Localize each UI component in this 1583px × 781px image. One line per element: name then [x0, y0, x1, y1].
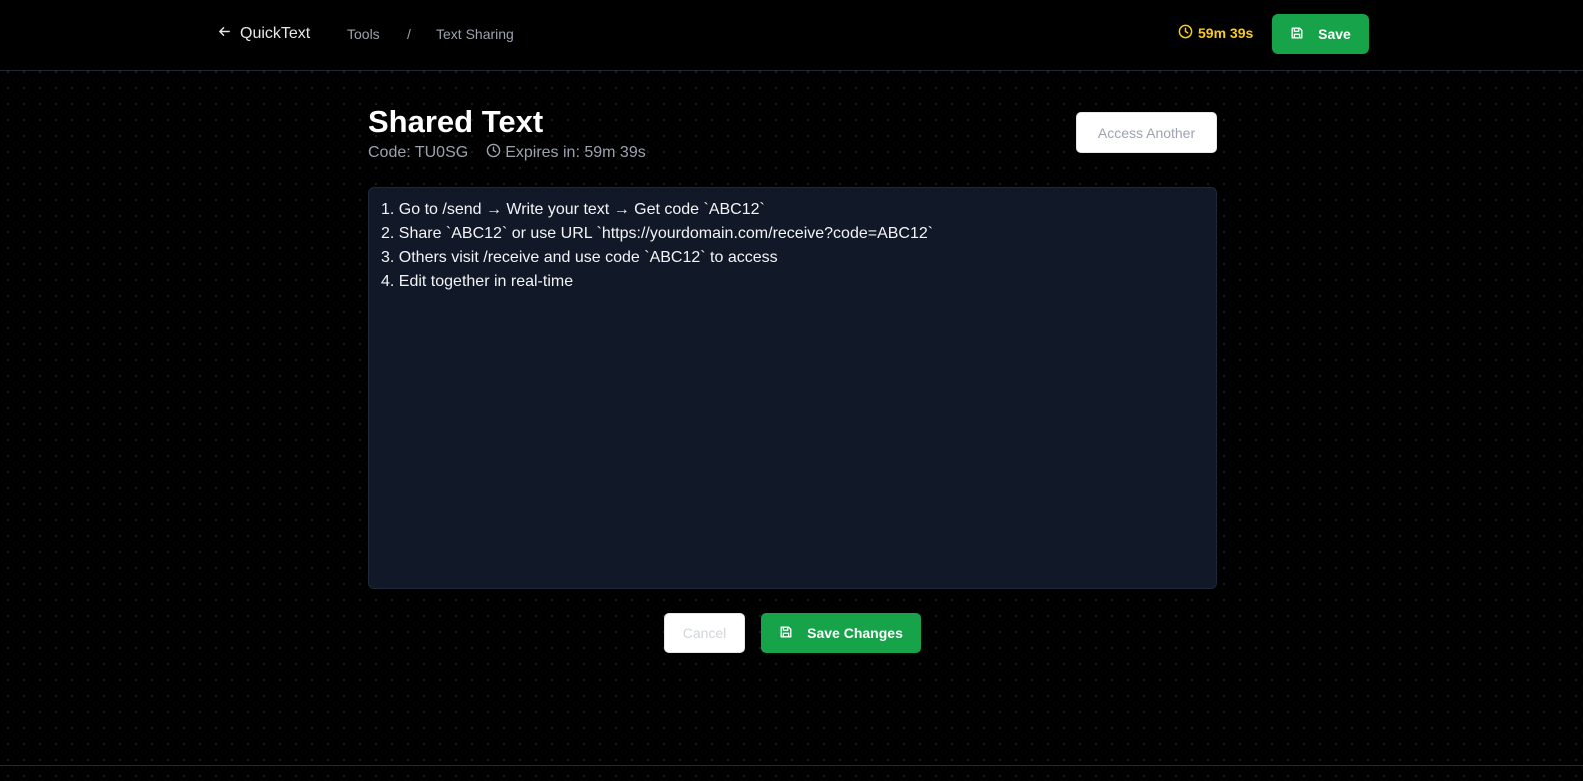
arrow-left-icon — [218, 25, 231, 43]
top-bar: QuickText Tools / Text Sharing 59m 39s S… — [0, 0, 1583, 71]
breadcrumb-current: Text Sharing — [436, 26, 514, 42]
timer-value: 59m 39s — [1198, 25, 1254, 41]
access-another-button[interactable]: Access Another — [1076, 112, 1217, 153]
expires-info: Expires in: 59m 39s — [486, 143, 646, 163]
breadcrumb-separator: / — [407, 26, 411, 42]
page-title: Shared Text — [368, 104, 544, 139]
clock-icon — [486, 143, 501, 163]
share-code: Code: TU0SG — [368, 144, 469, 161]
save-button-label: Save — [1318, 26, 1351, 42]
clock-icon — [1178, 24, 1193, 42]
shared-text-editor[interactable]: 1. Go to /send → Write your text → Get c… — [368, 187, 1217, 589]
expiry-timer: 59m 39s — [1178, 24, 1253, 42]
back-home-link[interactable]: QuickText — [218, 22, 310, 46]
breadcrumb-tools[interactable]: Tools — [347, 26, 380, 42]
expires-label: Expires in: 59m 39s — [505, 144, 646, 161]
save-button[interactable]: Save — [1272, 14, 1369, 54]
save-icon — [779, 625, 793, 642]
save-changes-button[interactable]: Save Changes — [761, 613, 921, 653]
brand-name: QuickText — [240, 25, 311, 42]
footer-divider — [0, 765, 1583, 766]
cancel-button[interactable]: Cancel — [664, 613, 745, 653]
save-changes-label: Save Changes — [807, 625, 903, 641]
save-icon — [1290, 26, 1304, 43]
share-meta: Code: TU0SG Expires in: 59m 39s — [368, 143, 646, 163]
